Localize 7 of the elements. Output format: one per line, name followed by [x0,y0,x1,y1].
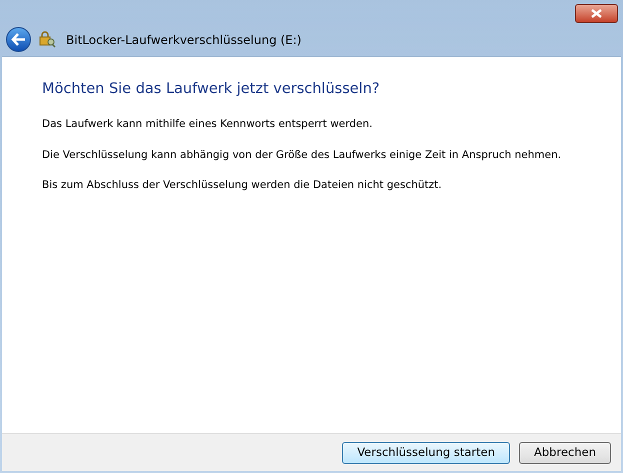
window-title: BitLocker-Laufwerkverschlüsselung (E:) [66,32,302,48]
body-text: Die Verschlüsselung kann abhängig von der Größe des Laufwerks einige Zeit in Anspruch nehmen. [42,148,562,162]
dialog-button[interactable]: Verschlüsselung starten [342,442,510,464]
body-text: Bis zum Abschluss der Verschlüsselung werden die Dateien nicht geschützt. [42,178,443,194]
dialog-button[interactable]: Abbrechen [519,442,611,464]
page-heading: Möchten Sie das Laufwerk jetzt verschlüsseln? [42,80,381,99]
body-text: Das Laufwerk kann mithilfe eines Kennworts entsperrt werden. [42,116,374,132]
